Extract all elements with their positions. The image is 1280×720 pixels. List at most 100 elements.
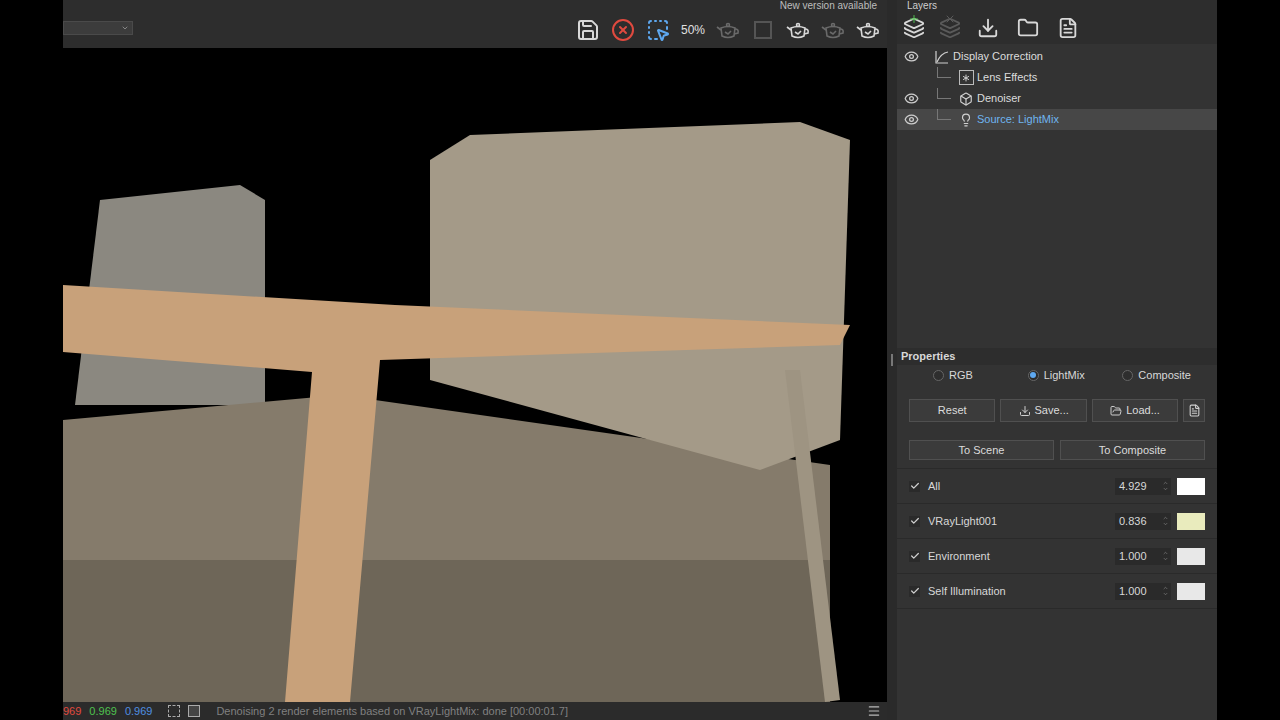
layer-row[interactable]: Source: LightMix <box>897 109 1217 130</box>
light-name: All <box>928 478 1115 495</box>
action-button[interactable]: To Composite <box>1060 440 1205 460</box>
compare-icon[interactable] <box>716 19 740 41</box>
right-panel: Layers Display Correction Lens Effects Deno… <box>897 0 1217 720</box>
render-icon[interactable] <box>786 19 810 41</box>
light-value[interactable]: 0.836 <box>1115 513 1171 530</box>
track-icon <box>754 21 772 39</box>
eye-icon[interactable] <box>904 49 919 64</box>
history-icon[interactable] <box>856 19 880 41</box>
layers-tree: Display Correction Lens Effects Denoiser So… <box>897 44 1217 348</box>
check-icon <box>910 586 920 596</box>
layers-toolbar <box>897 12 1217 44</box>
right-margin <box>1217 0 1280 720</box>
folder-icon <box>1017 17 1039 39</box>
log-icon[interactable] <box>867 704 881 718</box>
layer-row[interactable]: Denoiser <box>897 88 1217 109</box>
preset-button[interactable]: Load... <box>1092 399 1178 422</box>
stop-button[interactable] <box>608 15 638 45</box>
eye-icon[interactable] <box>904 91 919 106</box>
update-notice[interactable]: New version available <box>780 0 877 12</box>
light-row: VRayLight0010.836 <box>897 504 1217 539</box>
check-icon <box>910 516 920 526</box>
render-column: New version available 50% 9690.9690.969Den… <box>63 0 887 720</box>
color-readout: 969 <box>63 703 81 720</box>
save-icon <box>1019 405 1031 417</box>
light-name: Self Illumination <box>928 583 1115 600</box>
load-icon <box>1110 405 1122 417</box>
render-viewport[interactable] <box>63 48 887 702</box>
light-value[interactable]: 1.000 <box>1115 548 1171 565</box>
layers-icon <box>939 17 961 39</box>
left-margin <box>0 0 63 720</box>
light-color-swatch[interactable] <box>1177 513 1205 530</box>
save-icon <box>576 18 600 42</box>
status-bar: 9690.9690.969Denoising 2 render elements… <box>63 702 887 720</box>
light-icon <box>959 113 973 127</box>
toolbar: New version available 50% <box>63 0 887 48</box>
history-button[interactable] <box>853 15 883 45</box>
panel-splitter[interactable] <box>887 0 897 720</box>
presets-button[interactable] <box>1053 13 1083 43</box>
check-icon <box>910 481 920 491</box>
light-name: Environment <box>928 548 1115 565</box>
track-button[interactable] <box>748 15 778 45</box>
properties-title: Properties <box>901 348 955 365</box>
save-layers-button[interactable] <box>973 13 1003 43</box>
layer-row[interactable]: Lens Effects <box>897 67 1217 88</box>
interactive-button[interactable] <box>818 15 848 45</box>
save-button[interactable] <box>573 15 603 45</box>
denoiser-icon <box>959 92 973 106</box>
channel-dropdown[interactable] <box>63 21 133 35</box>
light-checkbox[interactable] <box>909 586 920 597</box>
region-icon <box>646 18 670 42</box>
region-button[interactable] <box>643 15 673 45</box>
light-list: All4.929VRayLight0010.836Environment1.00… <box>897 468 1217 609</box>
light-row: Self Illumination1.000 <box>897 574 1217 609</box>
mode-radio[interactable]: LightMix <box>1028 367 1123 384</box>
mode-radio[interactable]: RGB <box>933 367 1028 384</box>
lens-icon <box>959 70 974 85</box>
properties-header: Properties <box>897 348 1217 365</box>
light-color-swatch[interactable] <box>1177 478 1205 495</box>
history-icon[interactable] <box>188 705 200 717</box>
mode-radio[interactable]: Composite <box>1122 367 1217 384</box>
delete-layer-button[interactable] <box>937 15 963 41</box>
download-icon <box>977 17 999 39</box>
preset-button[interactable]: Reset <box>909 399 995 422</box>
zoom-level[interactable]: 50% <box>678 15 708 45</box>
light-value[interactable]: 1.000 <box>1115 583 1171 600</box>
pixel-info-icon[interactable] <box>168 705 180 717</box>
plus-icon <box>908 13 920 25</box>
add-layer-button[interactable] <box>901 15 927 41</box>
light-checkbox[interactable] <box>909 516 920 527</box>
load-layers-button[interactable] <box>1013 13 1043 43</box>
interactive-icon[interactable] <box>821 19 845 41</box>
delete-icon <box>944 13 956 25</box>
status-message: Denoising 2 render elements based on VRa… <box>216 703 859 720</box>
vfb-window: New version available 50% 9690.9690.969Den… <box>0 0 1280 720</box>
layer-label: Lens Effects <box>977 69 1037 86</box>
presets-menu-button[interactable] <box>1183 399 1205 422</box>
light-row: Environment1.000 <box>897 539 1217 574</box>
curve-icon <box>935 50 949 64</box>
mode-radios: RGBLightMixComposite <box>897 365 1217 385</box>
light-row: All4.929 <box>897 469 1217 504</box>
layers-title: Layers <box>907 0 937 12</box>
stop-icon <box>611 18 635 42</box>
check-icon <box>910 551 920 561</box>
layer-label: Source: LightMix <box>977 111 1059 128</box>
eye-icon[interactable] <box>904 112 919 127</box>
layer-row[interactable]: Display Correction <box>897 46 1217 67</box>
light-color-swatch[interactable] <box>1177 583 1205 600</box>
preset-button[interactable]: Save... <box>1000 399 1086 422</box>
compare-button[interactable] <box>713 15 743 45</box>
light-value[interactable]: 4.929 <box>1115 478 1171 495</box>
render-image <box>63 48 887 702</box>
render-button[interactable] <box>783 15 813 45</box>
light-checkbox[interactable] <box>909 551 920 562</box>
light-color-swatch[interactable] <box>1177 548 1205 565</box>
light-name: VRayLight001 <box>928 513 1115 530</box>
layer-label: Denoiser <box>977 90 1021 107</box>
action-button[interactable]: To Scene <box>909 440 1054 460</box>
light-checkbox[interactable] <box>909 481 920 492</box>
